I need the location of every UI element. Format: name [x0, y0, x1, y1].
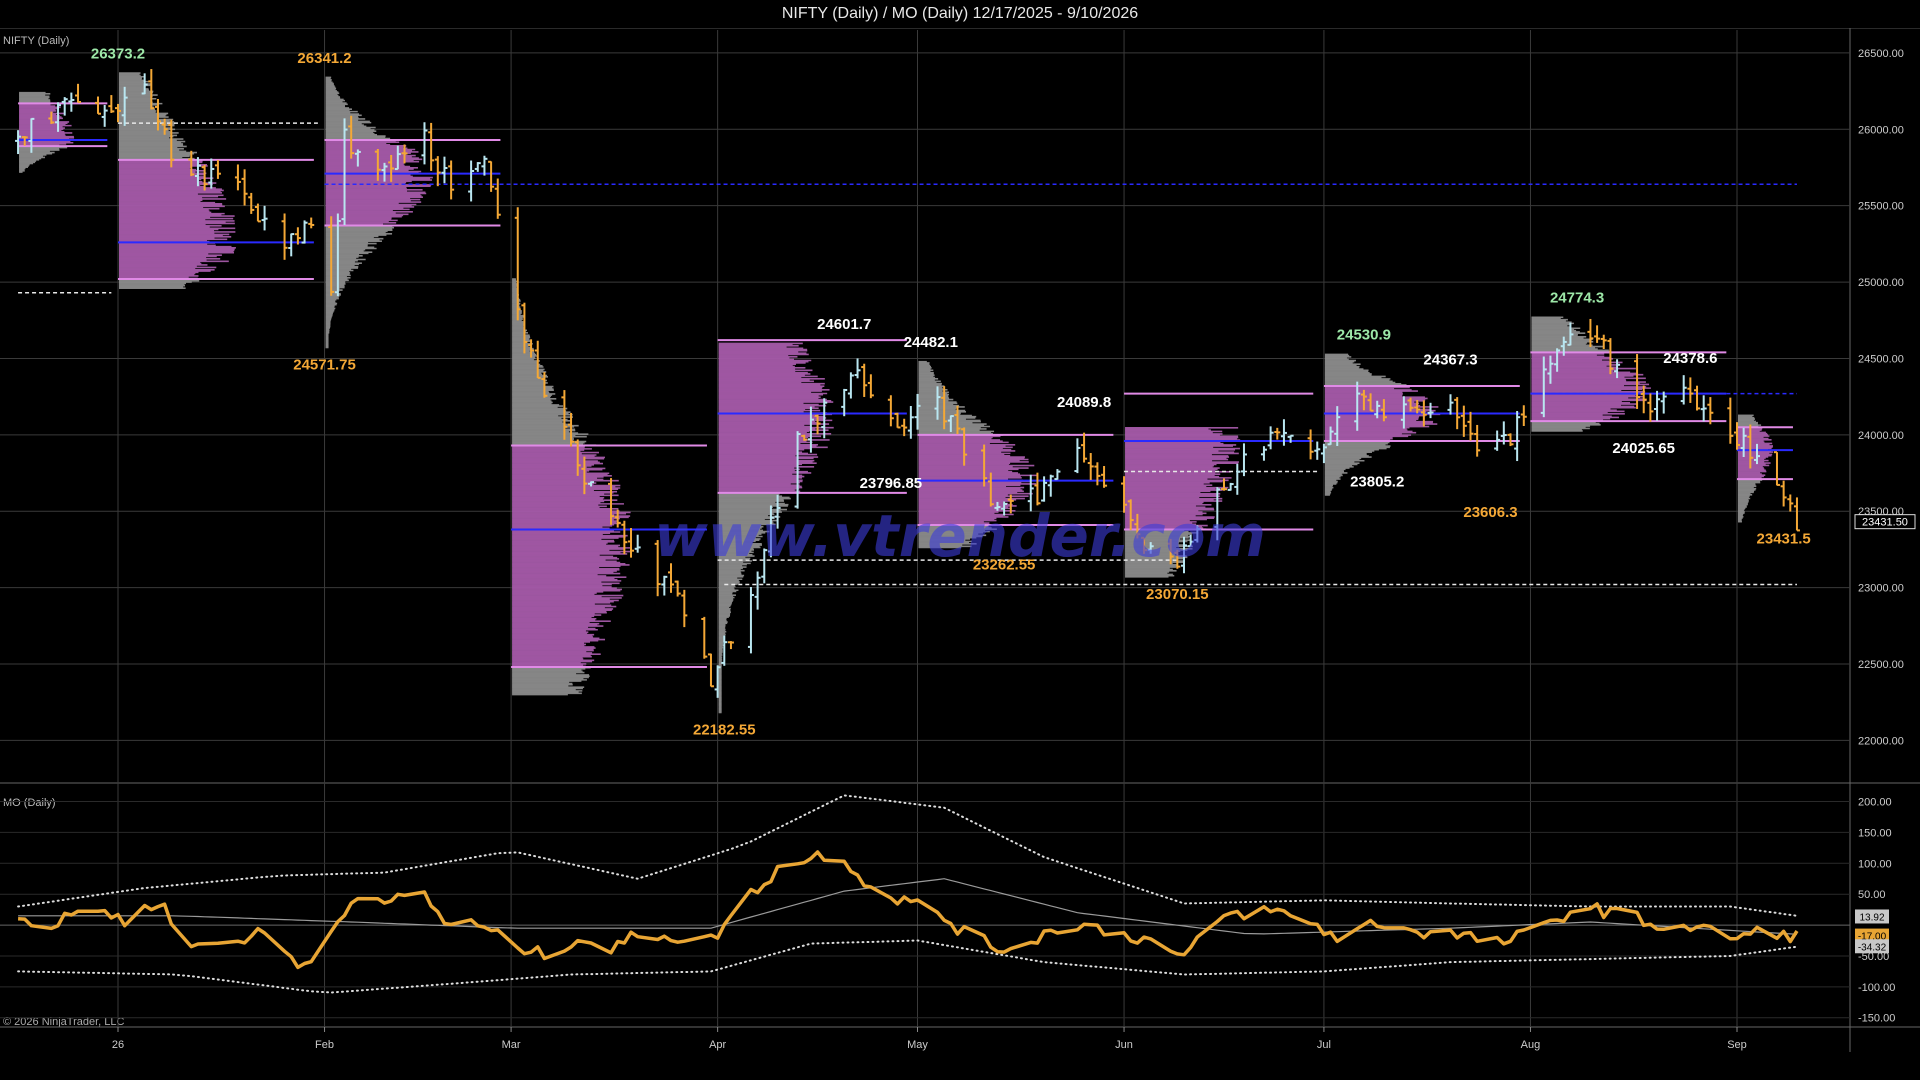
price-tick-label: 26500.00 — [1858, 48, 1904, 60]
x-tick-label: Aug — [1521, 1039, 1541, 1051]
chart-title: NIFTY (Daily) / MO (Daily) 12/17/2025 - … — [781, 5, 1139, 22]
x-tick-label: Jul — [1317, 1039, 1331, 1051]
x-tick-label: 26 — [112, 1039, 124, 1051]
x-tick-label: Mar — [502, 1039, 521, 1051]
price-annotation: 24530.9 — [1337, 327, 1391, 344]
x-tick-label: May — [907, 1039, 928, 1051]
price-tick-label: 24500.00 — [1858, 353, 1904, 365]
volume-profile-layer — [19, 72, 1774, 714]
x-tick-label: Sep — [1727, 1039, 1747, 1051]
price-annotation: 24378.6 — [1663, 350, 1717, 367]
price-tick-label: 22000.00 — [1858, 735, 1904, 747]
price-annotation: 24482.1 — [904, 334, 958, 351]
mo-tick-label: 200.00 — [1858, 797, 1892, 809]
price-annotation: 22182.55 — [693, 721, 756, 738]
price-tick-label: 25500.00 — [1858, 201, 1904, 213]
last-price-label: 23431.50 — [1862, 517, 1908, 529]
price-tick-label: 22500.00 — [1858, 659, 1904, 671]
price-annotation: 23606.3 — [1463, 504, 1517, 521]
price-annotation: 26341.2 — [297, 50, 351, 67]
x-tick-label: Feb — [315, 1039, 334, 1051]
price-annotation: 24367.3 — [1423, 352, 1477, 369]
mo-tick-label: 150.00 — [1858, 827, 1892, 839]
price-tick-label: 25000.00 — [1858, 277, 1904, 289]
price-annotation: 24601.7 — [817, 316, 871, 333]
price-annotation: 23070.15 — [1146, 586, 1209, 603]
price-annotation: 24089.8 — [1057, 394, 1111, 411]
mo-tick-label: 100.00 — [1858, 858, 1892, 870]
price-annotation: 24774.3 — [1550, 290, 1604, 307]
price-tick-label: 26000.00 — [1858, 124, 1904, 136]
price-annotation: 23431.5 — [1757, 531, 1811, 548]
price-annotation: 23805.2 — [1350, 474, 1404, 491]
price-annotation: 24025.65 — [1612, 440, 1675, 457]
watermark-text: www.vtrender.com — [654, 502, 1266, 570]
mo-tick-label: -150.00 — [1858, 1013, 1895, 1025]
x-tick-label: Jun — [1115, 1039, 1133, 1051]
price-annotation: 23262.55 — [973, 556, 1036, 573]
price-annotation: 23796.85 — [860, 475, 923, 492]
price-annotation: 24571.75 — [293, 356, 356, 373]
chart-canvas[interactable]: www.vtrender.com 26373.2 26341.2 24571.75 2… — [0, 28, 1920, 1080]
mo-tick-label: 50.00 — [1858, 889, 1886, 901]
mo-value-label: 13.92 — [1859, 912, 1884, 923]
price-tick-label: 23000.00 — [1858, 583, 1904, 595]
price-tick-label: 24000.00 — [1858, 430, 1904, 442]
mo-tick-label: -100.00 — [1858, 982, 1895, 994]
mo-value-label: -34.32 — [1858, 942, 1887, 953]
x-tick-label: Apr — [709, 1039, 726, 1051]
price-annotation: 26373.2 — [91, 45, 145, 62]
